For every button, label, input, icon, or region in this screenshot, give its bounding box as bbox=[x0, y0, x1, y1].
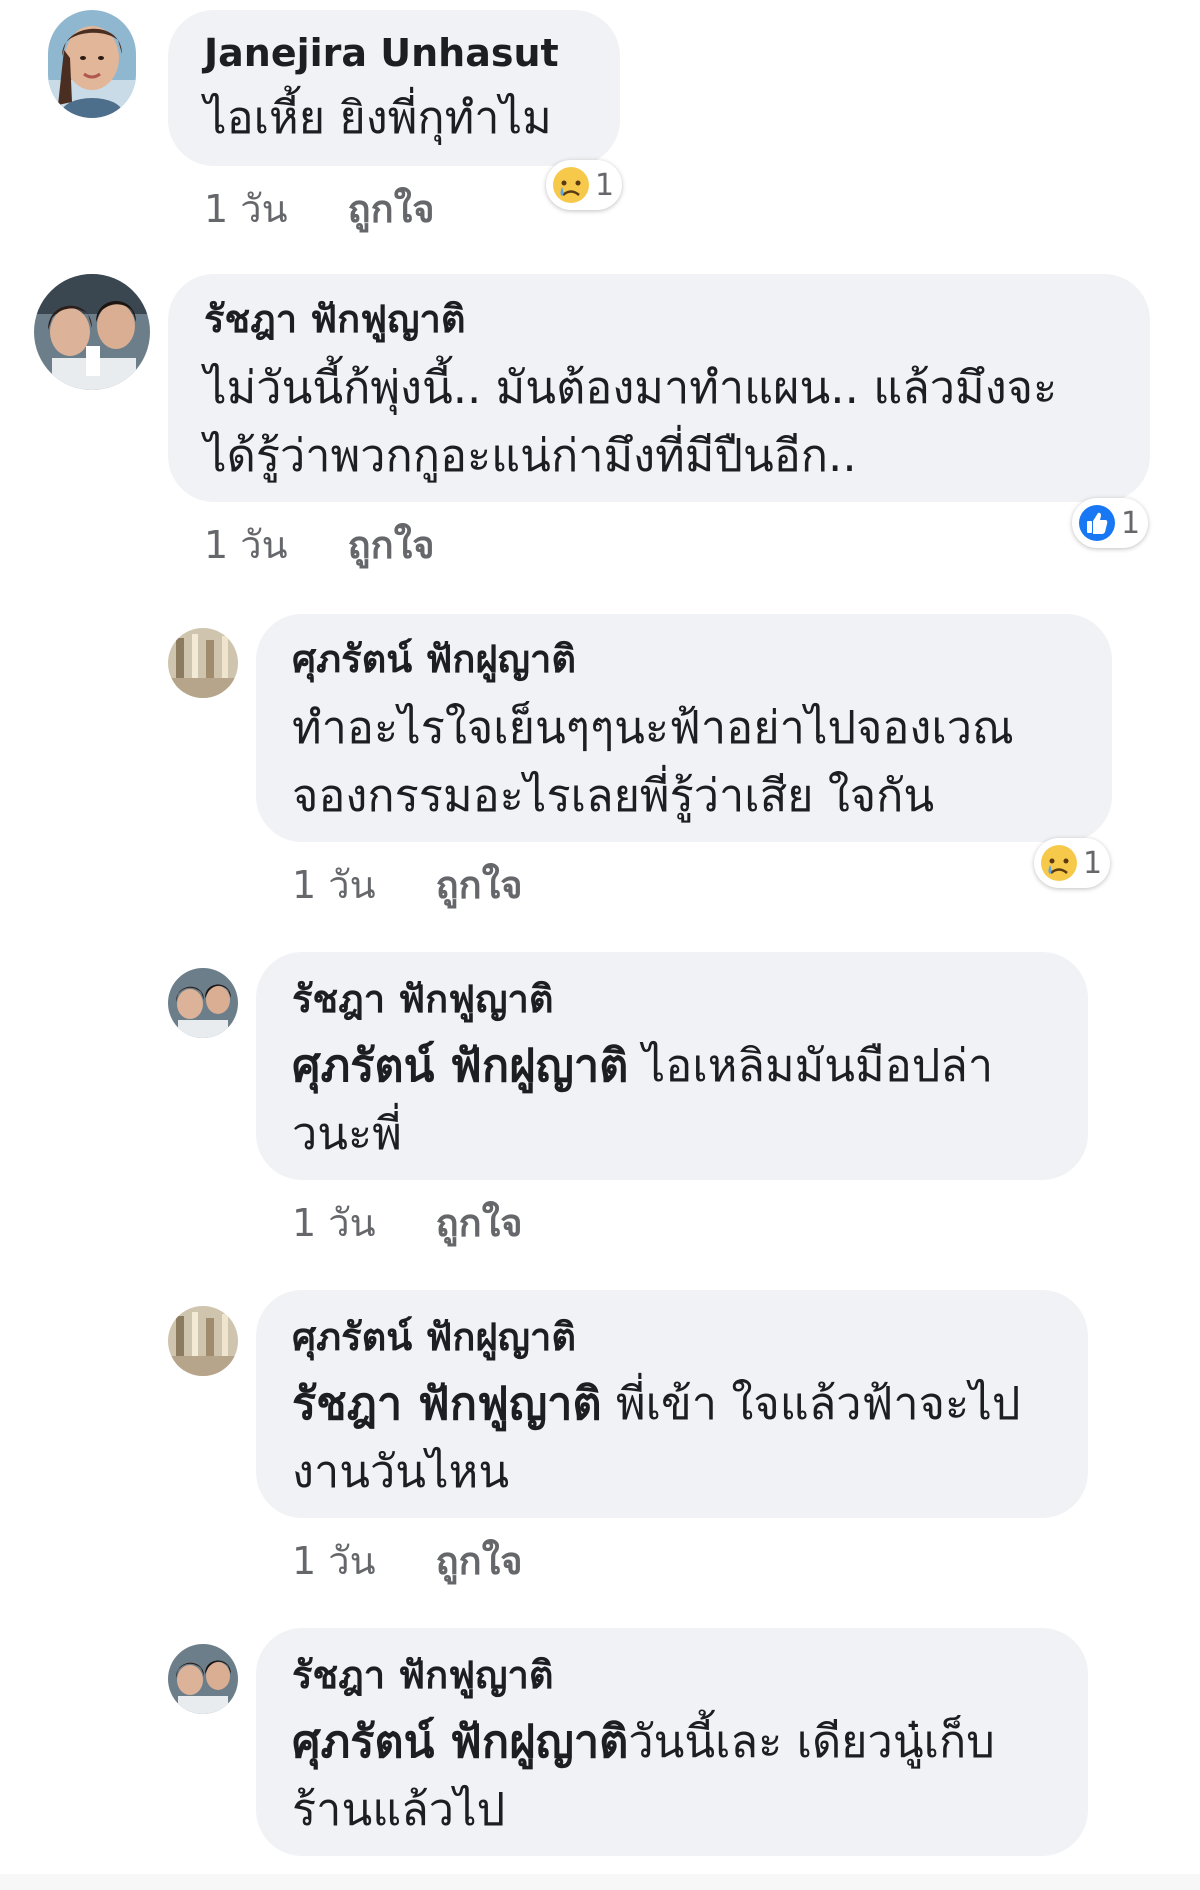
comment-text-fragment: ไอเหลิมมันมือปล่า bbox=[628, 1039, 994, 1092]
avatar[interactable] bbox=[34, 274, 150, 390]
bottom-edge bbox=[0, 1874, 1200, 1890]
comment-text-line: จองกรรมอะไรเลยพี่รู้ว่าเสีย ใจกัน bbox=[292, 769, 935, 822]
mention-link[interactable]: รัชฎา ฟักฟูญาติ bbox=[292, 1377, 602, 1430]
comment-author[interactable]: รัชฎา ฟักฟูญาติ bbox=[204, 296, 466, 342]
comment-text-line: ทำอะไรใจเย็นๆๆนะฟ้าอย่าไปจองเวณ bbox=[292, 701, 1014, 754]
avatar[interactable] bbox=[48, 10, 136, 118]
comment-text-line: ไม่วันนี้ก้พุ่งนี้.. มันต้องมาทำแผน.. แล… bbox=[204, 361, 1058, 414]
comment-meta: 1 วัน ถูกใจ bbox=[204, 514, 435, 575]
like-button[interactable]: ถูกใจ bbox=[348, 514, 435, 575]
comment-text: ศุภรัตน์ ฟักฝูญาติ ไอเหลิมมันมือปล่า วนะ… bbox=[292, 1032, 993, 1168]
comment-text-line: รัชฎา ฟักฟูญาติ พี่เข้า ใจแล้วฟ้าจะไป bbox=[292, 1370, 1020, 1438]
reaction-badge[interactable]: 1 bbox=[546, 160, 623, 210]
comment-text: รัชฎา ฟักฟูญาติ พี่เข้า ใจแล้วฟ้าจะไป งา… bbox=[292, 1370, 1020, 1506]
comment-time[interactable]: 1 วัน bbox=[292, 1192, 376, 1253]
comment-author[interactable]: ศุภรัตน์ ฟักฝูญาติ bbox=[292, 636, 576, 682]
comment-text-line: วนะพี่ bbox=[292, 1107, 402, 1160]
comment-text: ไม่วันนี้ก้พุ่งนี้.. มันต้องมาทำแผน.. แล… bbox=[204, 354, 1057, 490]
like-button[interactable]: ถูกใจ bbox=[436, 1192, 523, 1253]
comment-meta: 1 วัน ถูกใจ bbox=[292, 854, 523, 915]
comment-author[interactable]: รัชฎา ฟักฟูญาติ bbox=[292, 976, 554, 1022]
comment-author[interactable]: รัชฎา ฟักฟูญาติ bbox=[292, 1652, 554, 1698]
comment-author[interactable]: Janejira Unhasut bbox=[204, 30, 559, 76]
reaction-count: 1 bbox=[1121, 505, 1141, 541]
like-button[interactable]: ถูกใจ bbox=[436, 1530, 523, 1591]
comment-text-fragment: วันนี้เละ เดียวนู๋เก็บ bbox=[628, 1715, 995, 1768]
comment-text-fragment: พี่เข้า ใจแล้วฟ้าจะไป bbox=[601, 1377, 1021, 1430]
comment-meta: 1 วัน ถูกใจ bbox=[292, 1530, 523, 1591]
comment-time[interactable]: 1 วัน bbox=[292, 1530, 376, 1591]
sad-face-icon bbox=[553, 167, 589, 203]
comment-author[interactable]: ศุภรัตน์ ฟักฝูญาติ bbox=[292, 1314, 576, 1360]
mention-link[interactable]: ศุภรัตน์ ฟักฝูญาติ bbox=[292, 1039, 628, 1092]
comment-text-line: ศุภรัตน์ ฟักฝูญาติวันนี้เละ เดียวนู๋เก็บ bbox=[292, 1708, 995, 1776]
comment-time[interactable]: 1 วัน bbox=[204, 178, 288, 239]
comment-text-line: งานวันไหน bbox=[292, 1445, 510, 1498]
avatar[interactable] bbox=[168, 628, 238, 698]
comment-time[interactable]: 1 วัน bbox=[292, 854, 376, 915]
comment-text-line: ร้านแล้วไป bbox=[292, 1783, 506, 1836]
reaction-count: 1 bbox=[1083, 845, 1103, 881]
comment-text: ไอเหี้ย ยิงพี่กุทำไม bbox=[204, 84, 552, 152]
like-button[interactable]: ถูกใจ bbox=[348, 178, 435, 239]
comment-text: ทำอะไรใจเย็นๆๆนะฟ้าอย่าไปจองเวณ จองกรรมอ… bbox=[292, 694, 1014, 830]
comment-meta: 1 วัน ถูกใจ bbox=[204, 178, 435, 239]
sad-face-icon bbox=[1041, 845, 1077, 881]
avatar[interactable] bbox=[168, 968, 238, 1038]
comment-text-line: ศุภรัตน์ ฟักฝูญาติ ไอเหลิมมันมือปล่า bbox=[292, 1032, 993, 1100]
comment-meta: 1 วัน ถูกใจ bbox=[292, 1192, 523, 1253]
comment-text: ศุภรัตน์ ฟักฝูญาติวันนี้เละ เดียวนู๋เก็บ… bbox=[292, 1708, 995, 1844]
reaction-count: 1 bbox=[595, 167, 615, 203]
comment-time[interactable]: 1 วัน bbox=[204, 514, 288, 575]
thumbs-up-icon bbox=[1079, 505, 1115, 541]
avatar[interactable] bbox=[168, 1306, 238, 1376]
comment-text-line: ได้รู้ว่าพวกกูอะแน่ก่ามึงที่มีปืนอีก.. bbox=[204, 429, 857, 482]
like-button[interactable]: ถูกใจ bbox=[436, 854, 523, 915]
reaction-badge[interactable]: 1 bbox=[1034, 838, 1111, 888]
avatar[interactable] bbox=[168, 1644, 238, 1714]
mention-link[interactable]: ศุภรัตน์ ฟักฝูญาติ bbox=[292, 1715, 628, 1768]
comment-text-line: ไอเหี้ย ยิงพี่กุทำไม bbox=[204, 91, 552, 144]
reaction-badge[interactable]: 1 bbox=[1072, 498, 1149, 548]
